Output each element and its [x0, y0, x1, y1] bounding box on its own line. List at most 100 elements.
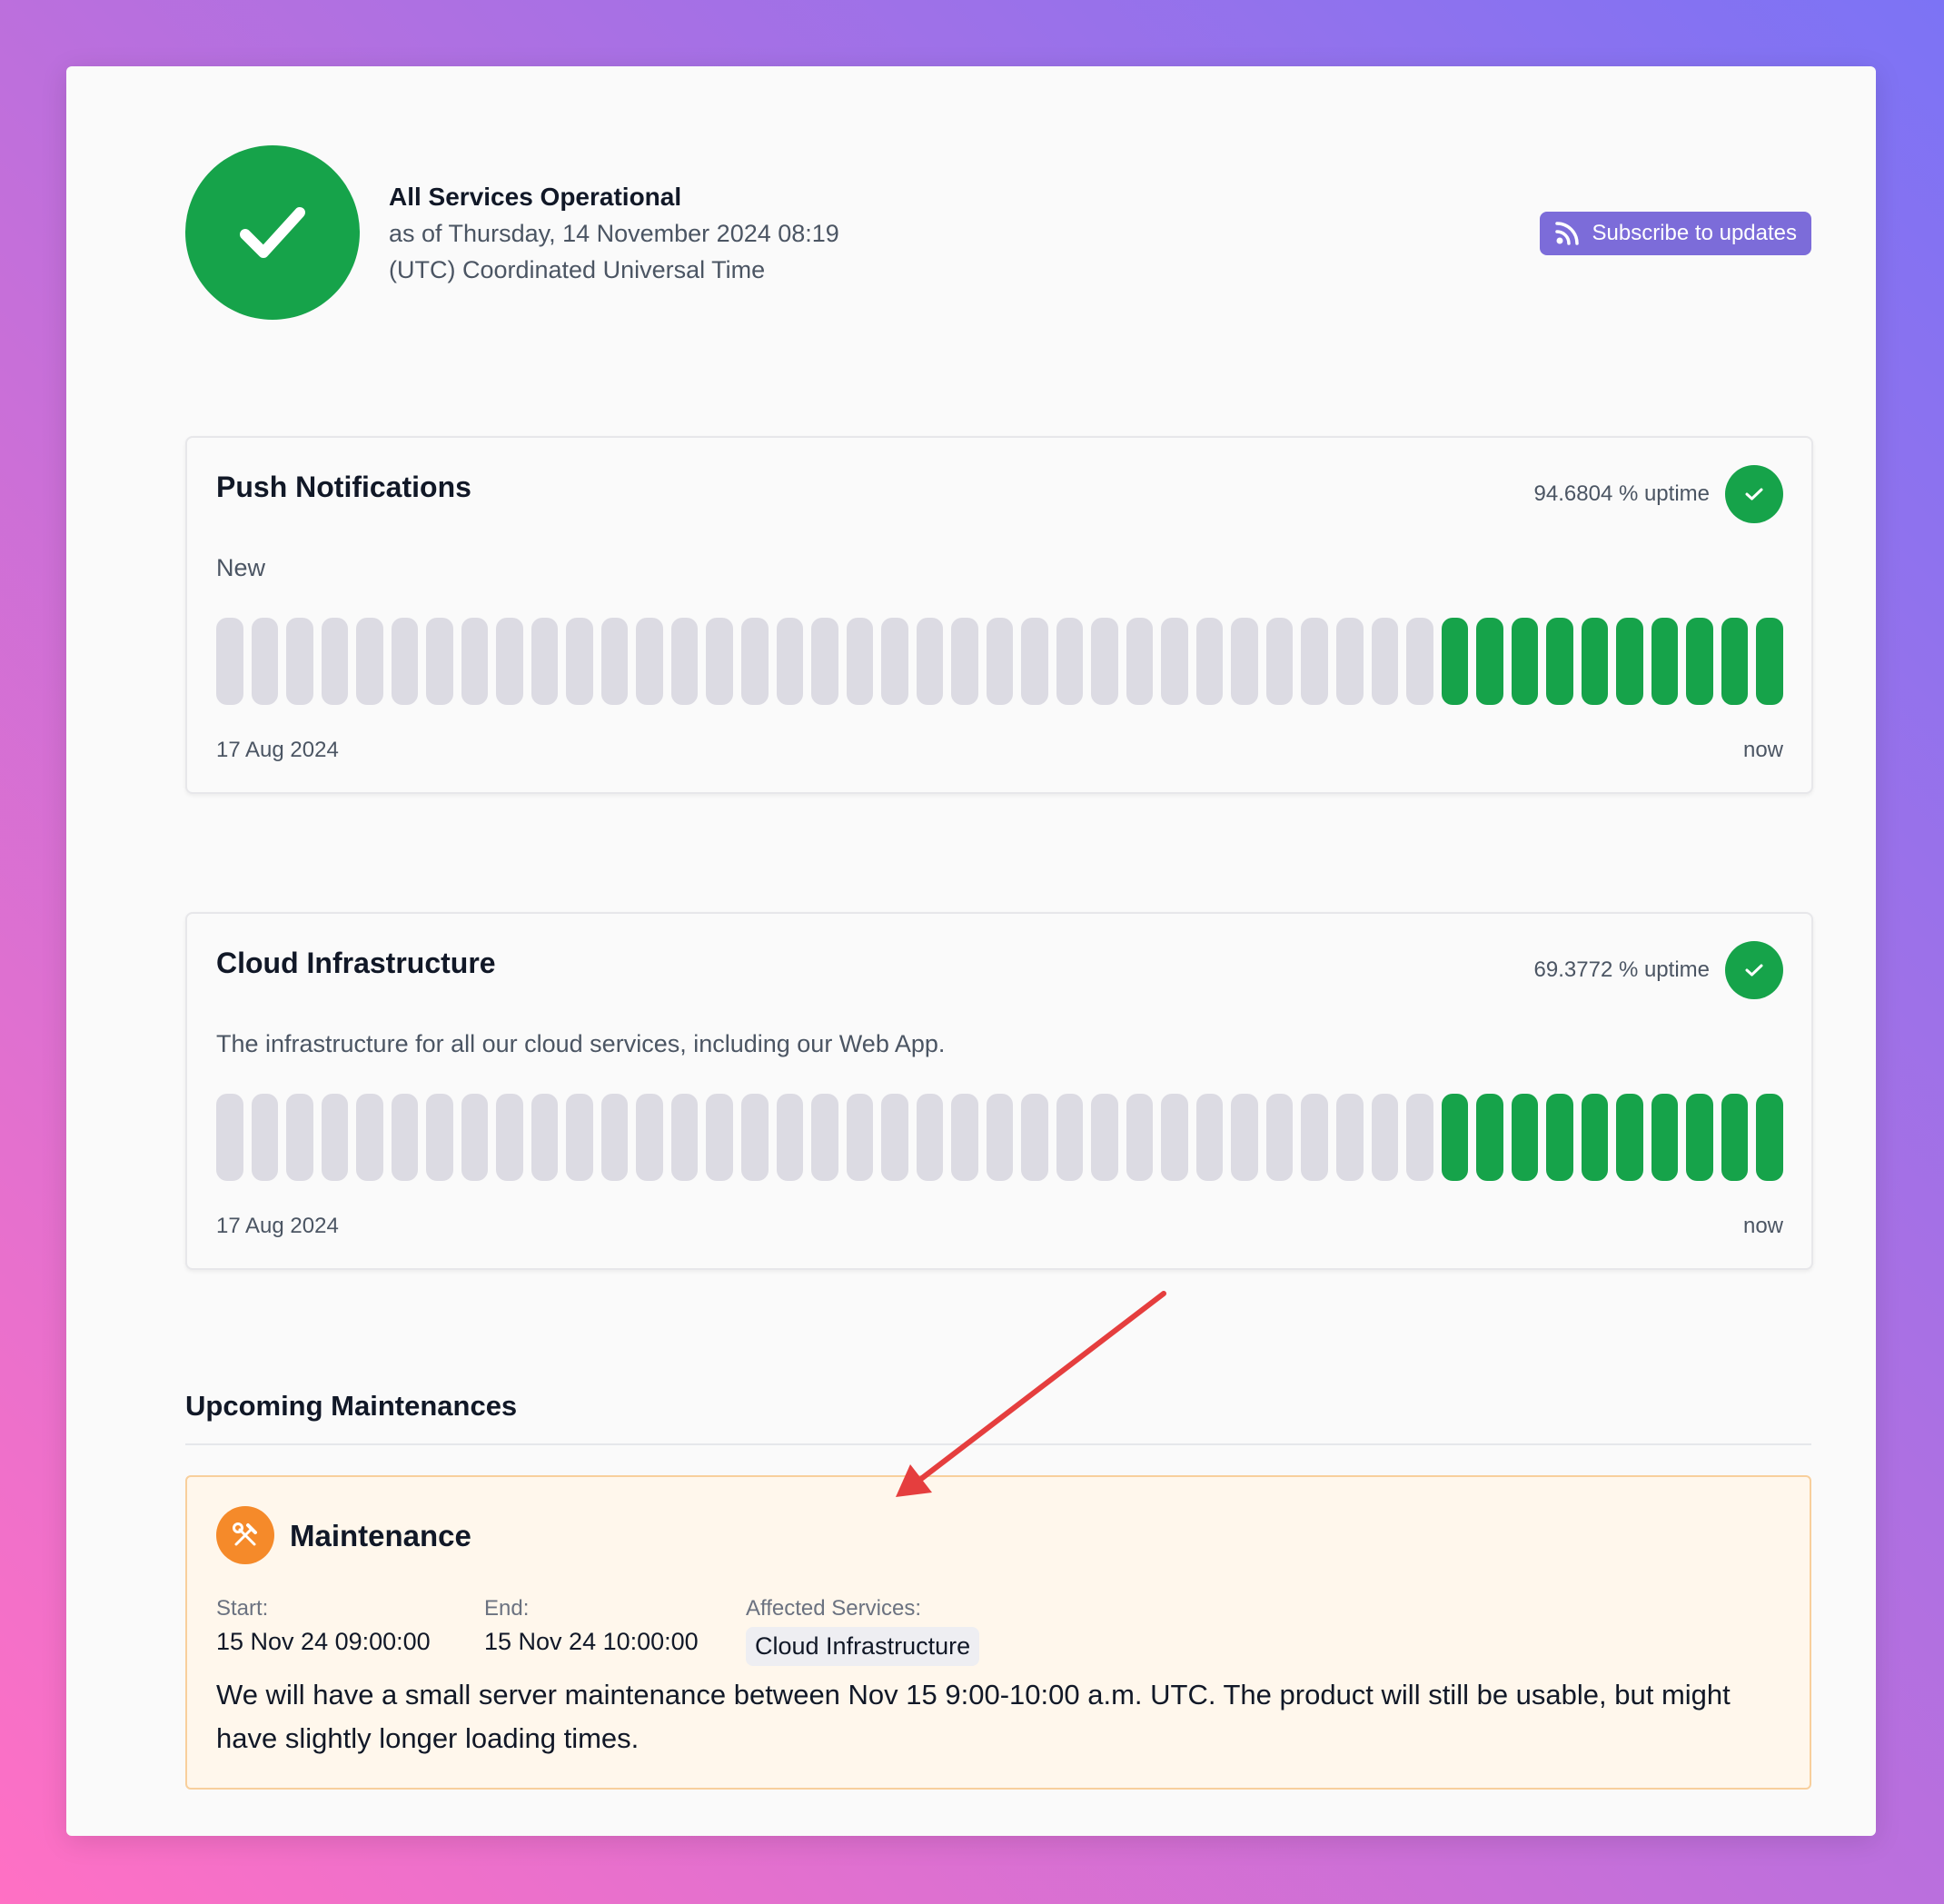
uptime-bar-no-data[interactable] — [740, 618, 769, 705]
uptime-bar-no-data[interactable] — [391, 618, 419, 705]
uptime-bar-no-data[interactable] — [1265, 1094, 1294, 1181]
uptime-bar-no-data[interactable] — [776, 618, 804, 705]
uptime-bar-no-data[interactable] — [356, 1094, 383, 1181]
uptime-bar-no-data[interactable] — [321, 618, 349, 705]
uptime-bar-no-data[interactable] — [706, 1094, 733, 1181]
uptime-bar-no-data[interactable] — [286, 1094, 313, 1181]
operational-status-icon — [185, 145, 360, 320]
uptime-bar-operational[interactable] — [1721, 618, 1749, 705]
uptime-bar-operational[interactable] — [1546, 1094, 1573, 1181]
uptime-bar-no-data[interactable] — [916, 1094, 944, 1181]
uptime-bar-no-data[interactable] — [1021, 1094, 1048, 1181]
uptime-bar-no-data[interactable] — [566, 618, 593, 705]
uptime-bar-no-data[interactable] — [1021, 618, 1048, 705]
uptime-bar-no-data[interactable] — [426, 1094, 453, 1181]
uptime-bar-no-data[interactable] — [1406, 1094, 1433, 1181]
uptime-bar-no-data[interactable] — [1301, 1094, 1328, 1181]
uptime-bar-operational[interactable] — [1546, 618, 1573, 705]
uptime-bar-no-data[interactable] — [811, 618, 838, 705]
uptime-bar-no-data[interactable] — [216, 1094, 243, 1181]
uptime-bar-operational[interactable] — [1511, 1094, 1539, 1181]
uptime-bar-operational[interactable] — [1721, 1094, 1749, 1181]
uptime-bar-no-data[interactable] — [846, 618, 874, 705]
uptime-bar-no-data[interactable] — [1371, 1094, 1399, 1181]
uptime-bar-no-data[interactable] — [670, 618, 699, 705]
uptime-bar-no-data[interactable] — [1056, 618, 1084, 705]
start-label: Start: — [216, 1596, 269, 1621]
uptime-bar-no-data[interactable] — [356, 618, 383, 705]
uptime-bar-no-data[interactable] — [1371, 618, 1399, 705]
uptime-bar-no-data[interactable] — [670, 1094, 699, 1181]
uptime-bar-no-data[interactable] — [391, 1094, 419, 1181]
uptime-bar-no-data[interactable] — [216, 618, 243, 705]
uptime-bar-no-data[interactable] — [461, 618, 489, 705]
uptime-bar-no-data[interactable] — [1056, 1094, 1084, 1181]
uptime-bar-operational[interactable] — [1616, 618, 1643, 705]
uptime-bar-operational[interactable] — [1441, 618, 1469, 705]
uptime-bar-operational[interactable] — [1441, 1094, 1469, 1181]
uptime-history-bars — [216, 1094, 1783, 1181]
maintenance-message: We will have a small server maintenance … — [216, 1679, 1731, 1754]
uptime-bar-no-data[interactable] — [1231, 618, 1258, 705]
status-page-card: All Services Operational as of Thursday,… — [66, 66, 1876, 1836]
uptime-bar-no-data[interactable] — [251, 618, 279, 705]
history-start-date: 17 Aug 2024 — [216, 738, 339, 762]
uptime-bar-no-data[interactable] — [496, 618, 523, 705]
uptime-bar-no-data[interactable] — [496, 1094, 523, 1181]
service-description: New — [216, 554, 266, 581]
uptime-bar-operational[interactable] — [1511, 618, 1539, 705]
uptime-bar-operational[interactable] — [1686, 1094, 1713, 1181]
uptime-bar-no-data[interactable] — [881, 618, 908, 705]
uptime-bar-no-data[interactable] — [1195, 1094, 1224, 1181]
uptime-bar-no-data[interactable] — [1091, 618, 1118, 705]
uptime-bar-no-data[interactable] — [986, 618, 1014, 705]
uptime-bar-no-data[interactable] — [1336, 618, 1364, 705]
uptime-bar-no-data[interactable] — [566, 1094, 593, 1181]
uptime-bar-no-data[interactable] — [1195, 618, 1224, 705]
uptime-bar-no-data[interactable] — [986, 1094, 1014, 1181]
uptime-bar-operational[interactable] — [1756, 1094, 1783, 1181]
uptime-bar-no-data[interactable] — [426, 618, 453, 705]
uptime-bar-operational[interactable] — [1616, 1094, 1643, 1181]
uptime-bar-no-data[interactable] — [706, 618, 733, 705]
uptime-bar-no-data[interactable] — [600, 618, 629, 705]
uptime-bar-no-data[interactable] — [600, 1094, 629, 1181]
subscribe-button[interactable]: Subscribe to updates — [1539, 212, 1811, 255]
uptime-bar-no-data[interactable] — [740, 1094, 769, 1181]
uptime-bar-no-data[interactable] — [881, 1094, 908, 1181]
uptime-bar-operational[interactable] — [1581, 618, 1609, 705]
uptime-bar-no-data[interactable] — [811, 1094, 838, 1181]
uptime-bar-no-data[interactable] — [321, 1094, 349, 1181]
uptime-bar-operational[interactable] — [1686, 618, 1713, 705]
uptime-bar-no-data[interactable] — [1091, 1094, 1118, 1181]
uptime-bar-operational[interactable] — [1476, 618, 1503, 705]
uptime-bar-no-data[interactable] — [776, 1094, 804, 1181]
uptime-bar-operational[interactable] — [1651, 1094, 1679, 1181]
uptime-bar-operational[interactable] — [1756, 618, 1783, 705]
uptime-bar-operational[interactable] — [1476, 1094, 1503, 1181]
uptime-bar-no-data[interactable] — [531, 618, 559, 705]
uptime-bar-no-data[interactable] — [1301, 618, 1328, 705]
uptime-bar-no-data[interactable] — [636, 618, 663, 705]
uptime-bar-no-data[interactable] — [951, 618, 978, 705]
uptime-bar-operational[interactable] — [1581, 1094, 1609, 1181]
uptime-bar-no-data[interactable] — [531, 1094, 559, 1181]
uptime-bar-no-data[interactable] — [1126, 1094, 1154, 1181]
section-divider — [185, 1443, 1811, 1445]
uptime-bar-no-data[interactable] — [286, 618, 313, 705]
uptime-bar-no-data[interactable] — [1161, 618, 1188, 705]
uptime-bar-no-data[interactable] — [1406, 618, 1433, 705]
uptime-bar-operational[interactable] — [1651, 618, 1679, 705]
uptime-bar-no-data[interactable] — [1161, 1094, 1188, 1181]
uptime-bar-no-data[interactable] — [1265, 618, 1294, 705]
uptime-bar-no-data[interactable] — [1126, 618, 1154, 705]
uptime-bar-no-data[interactable] — [1336, 1094, 1364, 1181]
uptime-bar-no-data[interactable] — [1231, 1094, 1258, 1181]
uptime-bar-no-data[interactable] — [636, 1094, 663, 1181]
maintenance-end: End: 15 Nov 24 10:00:00 — [484, 1594, 699, 1660]
uptime-bar-no-data[interactable] — [916, 618, 944, 705]
uptime-bar-no-data[interactable] — [251, 1094, 279, 1181]
uptime-bar-no-data[interactable] — [461, 1094, 489, 1181]
uptime-bar-no-data[interactable] — [951, 1094, 978, 1181]
uptime-bar-no-data[interactable] — [846, 1094, 874, 1181]
